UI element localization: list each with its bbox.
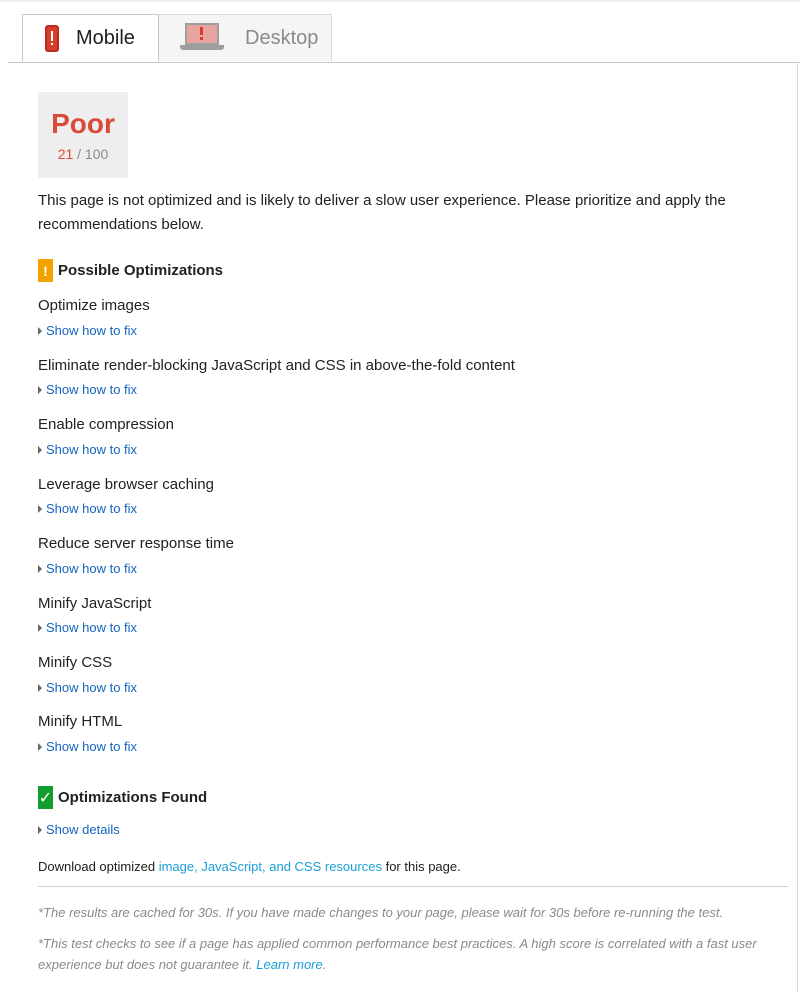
download-resources-link[interactable]: image, JavaScript, and CSS resources bbox=[159, 859, 382, 874]
tab-desktop[interactable]: Desktop bbox=[159, 14, 332, 61]
expand-triangle-icon bbox=[38, 326, 42, 335]
expand-triangle-icon bbox=[38, 623, 42, 632]
show-how-to-fix-link[interactable]: Show how to fix bbox=[38, 739, 137, 754]
show-how-to-fix-label: Show how to fix bbox=[46, 620, 138, 635]
download-prefix: Download optimized bbox=[38, 859, 159, 874]
scrollbar-track[interactable] bbox=[797, 62, 798, 992]
show-how-to-fix-link[interactable]: Show how to fix bbox=[38, 442, 137, 457]
show-how-to-fix-label: Show how to fix bbox=[46, 739, 138, 754]
score-max: / 100 bbox=[77, 146, 109, 162]
expand-triangle-icon bbox=[38, 742, 42, 751]
show-how-to-fix-label: Show how to fix bbox=[46, 442, 138, 457]
score-box: Poor 21 / 100 bbox=[38, 92, 128, 178]
download-line: Download optimized image, JavaScript, an… bbox=[38, 859, 461, 874]
show-how-to-fix-label: Show how to fix bbox=[46, 680, 138, 695]
optimizations-found-title: Optimizations Found bbox=[58, 789, 208, 806]
test-note-text: *This test checks to see if a page has a… bbox=[38, 936, 757, 972]
expand-triangle-icon bbox=[38, 445, 42, 454]
top-rule bbox=[0, 0, 800, 2]
device-tabs: Mobile Desktop bbox=[8, 14, 800, 63]
desktop-laptop-warning-icon bbox=[180, 23, 224, 51]
checkmark-icon: ✓ bbox=[38, 786, 53, 809]
optimization-title: Minify CSS bbox=[38, 654, 113, 671]
test-note-period: . bbox=[322, 957, 327, 972]
warning-icon: ! bbox=[38, 259, 53, 282]
expand-triangle-icon bbox=[38, 683, 42, 692]
possible-optimizations-title: Possible Optimizations bbox=[58, 262, 224, 279]
score-line: 21 / 100 bbox=[38, 146, 128, 162]
show-how-to-fix-link[interactable]: Show how to fix bbox=[38, 680, 137, 695]
score-rating: Poor bbox=[51, 108, 115, 139]
expand-triangle-icon bbox=[38, 385, 42, 394]
optimization-title: Reduce server response time bbox=[38, 535, 234, 552]
show-how-to-fix-link[interactable]: Show how to fix bbox=[38, 561, 137, 576]
show-how-to-fix-link[interactable]: Show how to fix bbox=[38, 620, 137, 635]
expand-triangle-icon bbox=[38, 504, 42, 513]
optimization-title: Minify JavaScript bbox=[38, 595, 152, 612]
tab-desktop-label: Desktop bbox=[245, 26, 319, 49]
cache-note: *The results are cached for 30s. If you … bbox=[38, 905, 724, 920]
show-how-to-fix-label: Show how to fix bbox=[46, 323, 138, 338]
summary-text: This page is not optimized and is likely… bbox=[38, 192, 726, 233]
expand-triangle-icon bbox=[38, 825, 42, 834]
show-how-to-fix-label: Show how to fix bbox=[46, 501, 138, 516]
optimizations-found-heading: ✓ Optimizations Found bbox=[38, 786, 207, 809]
expand-triangle-icon bbox=[38, 564, 42, 573]
tab-mobile-label: Mobile bbox=[76, 26, 135, 49]
optimization-title: Leverage browser caching bbox=[38, 476, 214, 493]
possible-optimizations-heading: ! Possible Optimizations bbox=[38, 259, 223, 282]
show-how-to-fix-link[interactable]: Show how to fix bbox=[38, 501, 137, 516]
show-how-to-fix-label: Show how to fix bbox=[46, 382, 138, 397]
optimization-title: Minify HTML bbox=[38, 713, 123, 730]
divider bbox=[38, 886, 788, 887]
mobile-phone-warning-icon bbox=[45, 25, 59, 52]
tab-mobile[interactable]: Mobile bbox=[22, 14, 159, 62]
learn-more-link[interactable]: Learn more bbox=[256, 957, 322, 972]
show-how-to-fix-link[interactable]: Show how to fix bbox=[38, 382, 137, 397]
show-how-to-fix-link[interactable]: Show how to fix bbox=[38, 323, 137, 338]
show-details-link[interactable]: Show details bbox=[38, 822, 120, 837]
download-suffix: for this page. bbox=[381, 859, 461, 874]
optimization-title: Optimize images bbox=[38, 297, 150, 314]
show-how-to-fix-label: Show how to fix bbox=[46, 561, 138, 576]
score-value: 21 bbox=[57, 146, 74, 162]
optimization-title: Eliminate render-blocking JavaScript and… bbox=[38, 357, 515, 374]
show-details-label: Show details bbox=[46, 822, 120, 837]
test-note: *This test checks to see if a page has a… bbox=[38, 933, 783, 975]
optimization-title: Enable compression bbox=[38, 416, 174, 433]
